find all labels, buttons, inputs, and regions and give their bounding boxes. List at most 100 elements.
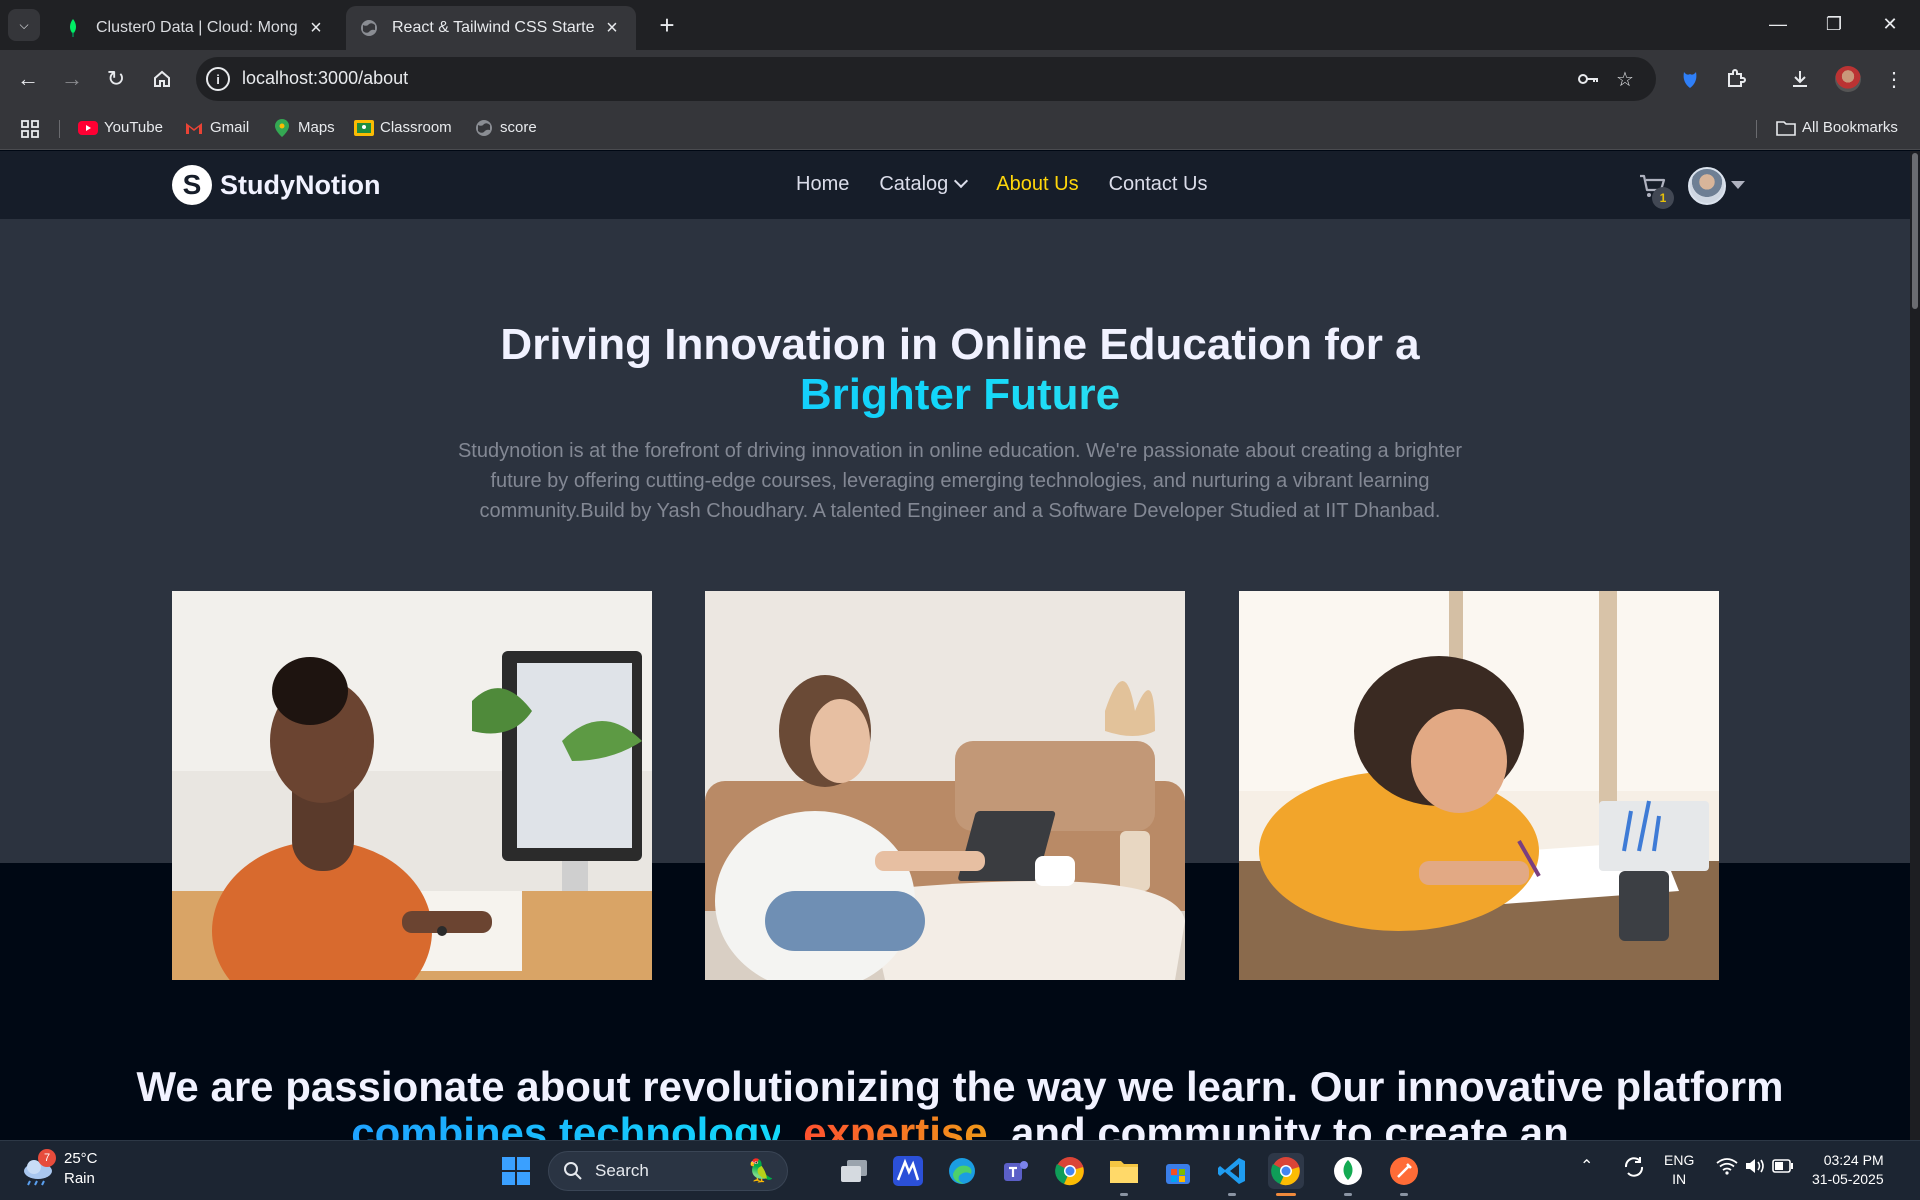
bookmark-gmail[interactable]: Gmail xyxy=(184,119,249,136)
tab-title: React & Tailwind CSS Starter Pack xyxy=(392,19,594,36)
extensions-puzzle-icon[interactable] xyxy=(1720,63,1752,95)
file-explorer-icon[interactable] xyxy=(1106,1153,1142,1189)
nav-home[interactable]: Home xyxy=(796,173,849,196)
home-button[interactable] xyxy=(146,63,178,95)
password-key-icon[interactable] xyxy=(1576,67,1600,97)
weather-alert-badge: 7 xyxy=(38,1149,56,1167)
running-indicator xyxy=(1344,1193,1352,1196)
sync-icon[interactable] xyxy=(1622,1155,1646,1184)
chrome-active-icon[interactable] xyxy=(1268,1153,1304,1189)
close-tab-icon[interactable]: × xyxy=(602,17,622,40)
rain-cloud-icon: 7 xyxy=(20,1149,56,1187)
search-icon xyxy=(564,1162,582,1180)
extension-icon[interactable] xyxy=(1674,63,1706,95)
youtube-icon xyxy=(78,120,98,136)
minimize-button[interactable]: — xyxy=(1750,6,1806,42)
weather-widget[interactable]: 7 25°C Rain xyxy=(20,1149,98,1189)
parrot-icon: 🦜 xyxy=(747,1158,775,1183)
taskbar-search[interactable]: Search 🦜 xyxy=(548,1151,788,1191)
apps-grid-icon[interactable] xyxy=(20,119,40,139)
bookmark-score[interactable]: score xyxy=(474,119,537,136)
browser-toolbar: ← → ↻ i localhost:3000/about ☆ ⋮ xyxy=(0,50,1920,108)
bookmark-label: Gmail xyxy=(210,119,250,136)
close-tab-icon[interactable]: × xyxy=(306,17,326,40)
battery-icon[interactable] xyxy=(1772,1159,1794,1178)
address-bar[interactable]: i localhost:3000/about ☆ xyxy=(196,57,1656,101)
chevron-up-icon[interactable]: ⌃ xyxy=(1580,1157,1593,1176)
chrome-menu-icon[interactable]: ⋮ xyxy=(1878,63,1910,95)
bookmark-label: Classroom xyxy=(380,119,452,136)
bookmark-label: score xyxy=(500,119,537,136)
download-icon[interactable] xyxy=(1784,63,1816,95)
language-code: ENG xyxy=(1664,1152,1695,1168)
site-info-icon[interactable]: i xyxy=(206,67,230,91)
mission-separator: , xyxy=(779,1109,792,1141)
user-avatar[interactable] xyxy=(1688,167,1726,205)
profile-avatar-icon[interactable] xyxy=(1832,63,1864,95)
clock[interactable]: 03:24 PM 31-05-2025 xyxy=(1812,1151,1884,1189)
hero-title-line: Driving Innovation in Online Education f… xyxy=(500,320,1420,369)
mission-highlight-expertise: expertise xyxy=(803,1109,987,1141)
hero-title: Driving Innovation in Online Education f… xyxy=(0,320,1920,420)
weather-desc: Rain xyxy=(64,1170,95,1187)
taskbar-search-label: Search xyxy=(595,1161,649,1180)
main-menu: Home Catalog About Us Contact Us xyxy=(796,173,1208,196)
all-bookmarks-button[interactable]: All Bookmarks xyxy=(1776,119,1898,136)
language-indicator[interactable]: ENG IN xyxy=(1664,1151,1694,1189)
chevron-down-icon: ⌵ xyxy=(19,17,29,32)
caret-down-icon[interactable] xyxy=(1731,181,1745,189)
bookmark-divider xyxy=(1756,120,1757,138)
bookmark-classroom[interactable]: Classroom xyxy=(354,119,452,136)
bookmark-label: Maps xyxy=(298,119,335,136)
running-indicator xyxy=(1228,1193,1236,1196)
close-window-button[interactable]: ✕ xyxy=(1862,6,1918,42)
weather-temp: 25°C xyxy=(64,1150,98,1167)
folder-icon xyxy=(1776,120,1796,136)
mongodb-compass-icon[interactable] xyxy=(1330,1153,1366,1189)
edge-icon[interactable] xyxy=(944,1153,980,1189)
bookmark-youtube[interactable]: YouTube xyxy=(78,119,163,136)
forward-button[interactable]: → xyxy=(56,63,88,95)
running-indicator xyxy=(1120,1193,1128,1196)
hero-description: Studynotion is at the forefront of drivi… xyxy=(457,440,1463,522)
browser-tab-starter[interactable]: React & Tailwind CSS Starter Pack × xyxy=(346,6,636,50)
mathpix-icon[interactable] xyxy=(890,1153,926,1189)
chevron-down-icon xyxy=(954,173,969,189)
nav-about-us[interactable]: About Us xyxy=(996,173,1078,196)
running-indicator xyxy=(1400,1193,1408,1196)
wifi-icon[interactable] xyxy=(1716,1157,1738,1180)
mission-text-end: , and community to create an xyxy=(987,1109,1569,1141)
vscode-icon[interactable] xyxy=(1214,1153,1250,1189)
mission-text: We are passionate about revolutionizing … xyxy=(136,1063,1784,1110)
bookmarks-bar: YouTube Gmail Maps Classroom score All B… xyxy=(0,108,1920,150)
site-navbar: S StudyNotion Home Catalog About Us Cont… xyxy=(0,151,1920,220)
postman-icon[interactable] xyxy=(1386,1153,1422,1189)
chrome-icon[interactable] xyxy=(1052,1153,1088,1189)
studynotion-logo[interactable]: S StudyNotion xyxy=(172,165,380,205)
back-button[interactable]: ← xyxy=(12,63,44,95)
logo-text: StudyNotion xyxy=(220,169,381,200)
task-view-icon[interactable] xyxy=(836,1153,872,1189)
home-icon xyxy=(154,70,170,87)
new-tab-button[interactable]: + xyxy=(652,10,682,41)
about-image-1 xyxy=(172,591,652,980)
teams-icon[interactable] xyxy=(998,1153,1034,1189)
scrollbar-thumb[interactable] xyxy=(1912,153,1918,309)
reload-button[interactable]: ↻ xyxy=(100,63,132,95)
bookmark-maps[interactable]: Maps xyxy=(272,118,335,137)
bookmark-star-icon[interactable]: ☆ xyxy=(1616,67,1634,92)
page-scrollbar[interactable] xyxy=(1910,151,1920,1140)
browser-tab-mongodb[interactable]: Cluster0 Data | Cloud: MongoDB × xyxy=(50,6,340,50)
globe-icon xyxy=(360,19,378,37)
microsoft-store-icon[interactable] xyxy=(1160,1153,1196,1189)
volume-icon[interactable] xyxy=(1744,1157,1766,1180)
restore-button[interactable]: ❐ xyxy=(1806,6,1862,42)
tab-title: Cluster0 Data | Cloud: MongoDB xyxy=(96,19,298,36)
url-text: localhost:3000/about xyxy=(242,68,409,88)
classroom-icon xyxy=(354,119,374,136)
tab-search-button[interactable]: ⌵ xyxy=(8,9,40,41)
windows-start-icon[interactable] xyxy=(498,1153,534,1189)
nav-contact-us[interactable]: Contact Us xyxy=(1109,173,1208,196)
clock-time: 03:24 PM xyxy=(1823,1152,1884,1168)
nav-catalog[interactable]: Catalog xyxy=(879,173,969,196)
